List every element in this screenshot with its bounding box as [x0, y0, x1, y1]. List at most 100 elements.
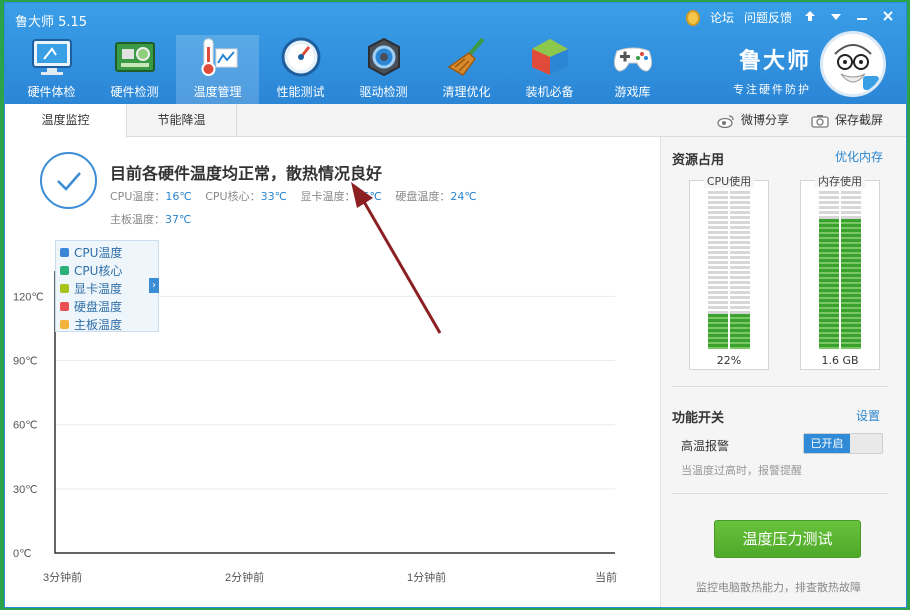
optimize-memory-link[interactable]: 优化内存	[835, 148, 883, 165]
cpu-temp-label: CPU温度：	[110, 190, 166, 203]
status-title: 目前各硬件温度均正常，散热情况良好	[110, 164, 383, 183]
cpu-core-label: CPU核心：	[205, 190, 261, 203]
board-temp-label: 主板温度：	[110, 213, 165, 226]
feedback-link[interactable]: 问题反馈	[744, 9, 792, 26]
meter-fill	[730, 314, 750, 349]
nav-driver[interactable]: 驱动检测	[342, 35, 425, 104]
legend-item: 硬盘温度	[60, 297, 154, 315]
nav-performance[interactable]: 性能测试	[259, 35, 342, 104]
motherboard-icon	[110, 35, 160, 79]
y-tick-label: 90℃	[13, 356, 38, 368]
y-tick-label: 30℃	[13, 484, 38, 496]
board-temp-value: 37℃	[165, 213, 192, 226]
nav-label: 装机必备	[525, 85, 574, 99]
nav-label: 游戏库	[614, 85, 651, 99]
divider	[672, 386, 888, 387]
memory-usage-bars	[819, 191, 861, 349]
x-tick-label: 2分钟前	[225, 570, 264, 584]
legend-swatch	[60, 319, 69, 329]
legend-collapse-button[interactable]: ›	[149, 278, 159, 293]
x-tick-label: 1分钟前	[407, 570, 446, 584]
top-links: 论坛 问题反馈	[685, 9, 896, 26]
weibo-share-button[interactable]: 微博分享	[717, 104, 789, 137]
toggle-state: 已开启	[804, 434, 850, 453]
header: 鲁大师 5.15 论坛 问题反馈 硬件体检 硬件检测 温度管理 性能测试 驱动检…	[5, 3, 906, 104]
thermometer-icon	[193, 35, 243, 79]
nav-label: 温度管理	[193, 85, 242, 99]
legend-swatch	[60, 283, 69, 293]
app-title: 鲁大师 5.15	[15, 15, 88, 30]
main-nav: 硬件体检 硬件检测 温度管理 性能测试 驱动检测 清理优化 装机必备 游戏库	[10, 35, 674, 104]
brand: 鲁大师 专注硬件防护	[733, 43, 811, 97]
mascot-avatar	[820, 31, 886, 97]
legend-label: CPU核心	[74, 263, 123, 278]
legend-item: CPU核心	[60, 261, 154, 279]
legend-label: 显卡温度	[74, 281, 123, 296]
speedometer-icon	[276, 35, 326, 79]
nav-cleanup[interactable]: 清理优化	[425, 35, 508, 104]
x-tick-label: 当前	[595, 570, 617, 584]
y-tick-label: 60℃	[13, 420, 38, 432]
features-title: 功能开关	[672, 411, 725, 426]
nav-label: 硬件检测	[110, 85, 159, 99]
meter-column	[730, 191, 750, 349]
high-temp-alarm-label: 高温报警	[681, 439, 730, 453]
meter-column	[819, 191, 839, 349]
cpu-usage-bars	[708, 191, 750, 349]
legend-swatch	[60, 265, 69, 275]
tab-power-save[interactable]: 节能降温	[127, 104, 237, 137]
legend-label: 主板温度	[74, 317, 123, 332]
nav-label: 性能测试	[276, 85, 325, 99]
y-tick-label: 120℃	[13, 291, 44, 303]
meter-fill	[708, 314, 728, 349]
menu-icon[interactable]	[828, 10, 844, 25]
memory-usage-meter: 内存使用 1.6 GB	[800, 175, 880, 370]
legend-item: 主板温度	[60, 315, 154, 333]
forum-link[interactable]: 论坛	[710, 9, 734, 26]
brand-name: 鲁大师	[738, 49, 811, 74]
monitor-icon	[27, 35, 77, 79]
temperature-readings: CPU温度：16℃ CPU核心：33℃ 显卡温度：26℃ 硬盘温度：24℃ 主板…	[110, 185, 530, 231]
stress-test-hint: 监控电脑散热能力，排查散热故障	[696, 581, 861, 594]
legend-swatch	[60, 247, 69, 257]
brand-slogan: 专注硬件防护	[733, 83, 811, 96]
nav-essentials[interactable]: 装机必备	[508, 35, 591, 104]
skin-icon[interactable]	[802, 10, 818, 26]
gamepad-icon	[608, 35, 658, 79]
monitor-panel: 目前各硬件温度均正常，散热情况良好 CPU温度：16℃ CPU核心：33℃ 显卡…	[5, 137, 660, 607]
nav-hardware-detect[interactable]: 硬件检测	[93, 35, 176, 104]
high-temp-alarm-toggle[interactable]: 已开启	[803, 433, 883, 454]
side-panel: 资源占用 优化内存 CPU使用 22% 内存使用 1.6 GB 功能开关 设置 …	[660, 137, 906, 607]
nav-temperature[interactable]: 温度管理	[176, 35, 259, 104]
divider	[672, 493, 888, 494]
memory-usage-label: 内存使用	[815, 175, 865, 188]
x-tick-label: 3分钟前	[43, 570, 82, 584]
cpu-usage-value: 22%	[716, 354, 742, 367]
nav-label: 清理优化	[442, 85, 491, 99]
save-screenshot-button[interactable]: 保存截屏	[811, 104, 883, 137]
status-ok-icon	[40, 152, 97, 209]
legend-swatch	[60, 301, 69, 311]
legend-label: 硬盘温度	[74, 299, 123, 314]
broom-icon	[442, 35, 492, 79]
tab-temperature-monitor[interactable]: 温度监控	[5, 104, 127, 138]
close-icon[interactable]	[880, 10, 896, 25]
cube-icon	[525, 35, 575, 79]
cpu-temp-reading: CPU温度：16℃	[110, 190, 192, 203]
stress-test-button[interactable]: 温度压力测试	[714, 520, 861, 558]
weibo-icon	[717, 114, 734, 128]
nav-hardware-checkup[interactable]: 硬件体检	[10, 35, 93, 104]
nav-games[interactable]: 游戏库	[591, 35, 674, 104]
meter-column	[841, 191, 861, 349]
legend-item: 显卡温度	[60, 279, 154, 297]
nav-label: 驱动检测	[359, 85, 408, 99]
minimize-icon[interactable]	[854, 10, 870, 25]
chart-legend: CPU温度 CPU核心 显卡温度 硬盘温度 主板温度	[55, 240, 159, 332]
medal-icon[interactable]	[685, 9, 700, 26]
cpu-usage-meter: CPU使用 22%	[689, 175, 769, 370]
tab-bar: 温度监控 节能降温 微博分享 保存截屏	[5, 104, 906, 138]
save-screenshot-label: 保存截屏	[835, 113, 884, 127]
cpu-temp-value: 16℃	[165, 190, 192, 203]
y-tick-label: 0℃	[13, 548, 31, 560]
settings-link[interactable]: 设置	[856, 407, 880, 424]
